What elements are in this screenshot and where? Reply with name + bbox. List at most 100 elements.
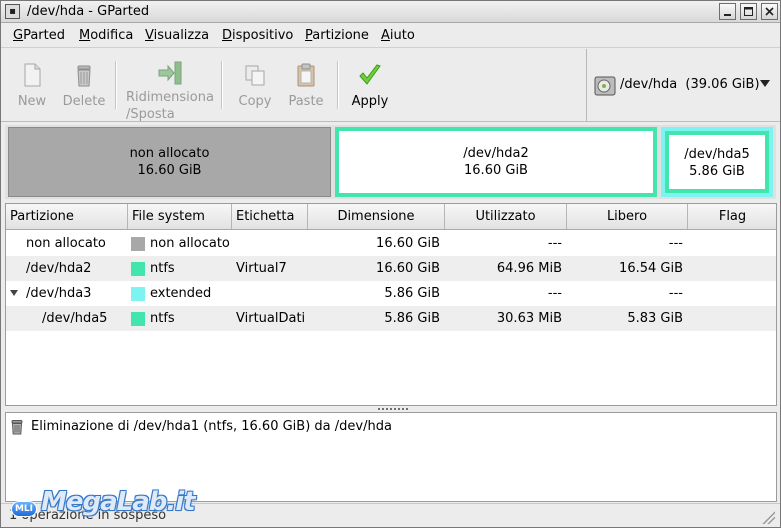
cell-free: --- bbox=[668, 236, 683, 251]
segment-size: 16.60 GiB bbox=[137, 163, 202, 178]
resize-button-label-1: Ridimensiona bbox=[126, 90, 214, 105]
menu-partizione-label: artizione bbox=[312, 28, 369, 43]
maximize-button[interactable] bbox=[740, 3, 757, 20]
menu-modifica-label: odifica bbox=[90, 28, 134, 43]
toolbar: New Delete Ridimensiona /Sposta Copy Pas… bbox=[1, 49, 780, 122]
delete-button[interactable]: Delete bbox=[57, 51, 111, 119]
cell-partition: /dev/hda2 bbox=[26, 261, 92, 276]
cell-size: 16.60 GiB bbox=[376, 261, 440, 276]
resize-button-label-2: /Sposta bbox=[126, 107, 175, 122]
paste-icon bbox=[297, 63, 315, 87]
partition-segment-extended[interactable]: /dev/hda5 5.86 GiB bbox=[661, 127, 773, 197]
column-header-size[interactable]: Dimensione bbox=[308, 204, 445, 229]
column-header-free[interactable]: Libero bbox=[567, 204, 688, 229]
menu-gparted[interactable]: GParted bbox=[13, 28, 65, 43]
partition-segment-hda5[interactable]: /dev/hda5 5.86 GiB bbox=[665, 131, 769, 193]
menu-partizione[interactable]: Partizione bbox=[305, 28, 369, 43]
toolbar-separator bbox=[221, 61, 223, 109]
cell-filesystem: extended bbox=[150, 286, 212, 301]
maximize-icon bbox=[744, 7, 753, 16]
menu-visualizza[interactable]: Visualizza bbox=[145, 28, 209, 43]
partition-map: non allocato 16.60 GiB /dev/hda2 16.60 G… bbox=[5, 125, 776, 199]
cell-partition: non allocato bbox=[26, 236, 106, 251]
cell-free: 5.83 GiB bbox=[627, 311, 683, 326]
trash-icon bbox=[77, 65, 91, 87]
resize-grip-icon[interactable] bbox=[761, 510, 775, 524]
cell-partition: /dev/hda3 bbox=[26, 286, 92, 301]
gparted-window: ▪ /dev/hda - GParted GParted Modifica Vi… bbox=[0, 0, 781, 528]
cell-label: Virtual7 bbox=[236, 261, 287, 276]
new-button-label: New bbox=[17, 94, 47, 109]
hard-disk-icon bbox=[594, 76, 616, 96]
dropdown-arrow-icon[interactable] bbox=[760, 80, 770, 87]
cell-size: 16.60 GiB bbox=[376, 236, 440, 251]
close-icon bbox=[765, 7, 774, 16]
cell-free: 16.54 GiB bbox=[619, 261, 683, 276]
menu-modifica[interactable]: Modifica bbox=[79, 28, 133, 43]
column-header-label[interactable]: Etichetta bbox=[232, 204, 308, 229]
expander-arrow-icon[interactable] bbox=[10, 290, 18, 296]
title-bar: ▪ /dev/hda - GParted bbox=[1, 1, 780, 23]
close-button[interactable] bbox=[761, 3, 778, 20]
menu-aiuto[interactable]: Aiuto bbox=[381, 28, 415, 43]
segment-name: /dev/hda2 bbox=[463, 146, 529, 161]
cell-filesystem: ntfs bbox=[150, 261, 175, 276]
cell-size: 5.86 GiB bbox=[384, 311, 440, 326]
table-row[interactable]: /dev/hda5 ntfs VirtualDati 5.86 GiB 30.6… bbox=[6, 306, 776, 331]
watermark-logo: MLI MegaLab.it bbox=[3, 481, 196, 525]
table-row[interactable]: non allocato non allocato 16.60 GiB --- … bbox=[6, 231, 776, 256]
partition-segment-hda2[interactable]: /dev/hda2 16.60 GiB bbox=[335, 127, 657, 197]
copy-button[interactable]: Copy bbox=[233, 51, 277, 119]
menu-bar: GParted Modifica Visualizza Dispositivo … bbox=[1, 24, 780, 48]
resize-icon bbox=[158, 61, 182, 85]
copy-button-label: Copy bbox=[238, 94, 272, 109]
partition-segment-unallocated[interactable]: non allocato 16.60 GiB bbox=[8, 127, 331, 197]
cell-used: 64.96 MiB bbox=[496, 261, 562, 276]
cell-used: --- bbox=[547, 286, 562, 301]
cell-partition: /dev/hda5 bbox=[42, 311, 108, 326]
cell-size: 5.86 GiB bbox=[384, 286, 440, 301]
operation-text: Eliminazione di /dev/hda1 (ntfs, 16.60 G… bbox=[31, 419, 392, 434]
segment-name: non allocato bbox=[129, 146, 210, 161]
cell-label: VirtualDati bbox=[236, 311, 306, 326]
minimize-button[interactable] bbox=[719, 3, 736, 20]
paste-button[interactable]: Paste bbox=[283, 51, 329, 119]
copy-icon bbox=[245, 65, 265, 86]
filesystem-color-swatch bbox=[131, 312, 145, 326]
menu-gparted-label: Parted bbox=[23, 28, 65, 43]
menu-dispositivo[interactable]: Dispositivo bbox=[222, 28, 293, 43]
filesystem-color-swatch bbox=[131, 287, 145, 301]
segment-name: /dev/hda5 bbox=[684, 147, 750, 162]
new-button[interactable]: New bbox=[9, 51, 55, 119]
menu-dispositivo-mnemonic: D bbox=[222, 28, 233, 43]
device-selector[interactable]: /dev/hda (39.06 GiB) bbox=[586, 49, 780, 121]
menu-visualizza-mnemonic: V bbox=[145, 28, 154, 43]
minimize-icon bbox=[724, 14, 731, 16]
column-header-filesystem[interactable]: File system bbox=[128, 204, 232, 229]
menu-modifica-mnemonic: M bbox=[79, 28, 91, 43]
checkmark-icon bbox=[359, 64, 381, 85]
watermark-text: MegaLab.it bbox=[41, 487, 196, 517]
table-row[interactable]: /dev/hda2 ntfs Virtual7 16.60 GiB 64.96 … bbox=[6, 256, 776, 281]
resize-move-button[interactable]: Ridimensiona /Sposta bbox=[121, 51, 217, 122]
paste-button-label: Paste bbox=[288, 94, 324, 109]
cell-filesystem: non allocato bbox=[150, 236, 230, 251]
menu-visualizza-label: isualizza bbox=[153, 28, 210, 43]
column-header-flag[interactable]: Flag bbox=[688, 204, 776, 229]
table-row[interactable]: /dev/hda3 extended 5.86 GiB --- --- bbox=[6, 281, 776, 306]
watermark-badge: MLI bbox=[11, 501, 37, 517]
filesystem-color-swatch bbox=[131, 262, 145, 276]
splitter-grip-icon[interactable] bbox=[377, 407, 409, 411]
window-title: /dev/hda - GParted bbox=[27, 4, 150, 19]
cell-filesystem: ntfs bbox=[150, 311, 175, 326]
menu-dispositivo-label: ispositivo bbox=[232, 28, 294, 43]
column-header-used[interactable]: Utilizzato bbox=[445, 204, 567, 229]
column-header-partition[interactable]: Partizione bbox=[6, 204, 128, 229]
device-label: /dev/hda (39.06 GiB) bbox=[620, 77, 760, 92]
menu-gparted-mnemonic: G bbox=[13, 28, 24, 43]
apply-button[interactable]: Apply bbox=[347, 51, 393, 119]
menu-aiuto-mnemonic: A bbox=[381, 28, 390, 43]
delete-button-label: Delete bbox=[62, 94, 106, 109]
new-document-icon bbox=[24, 63, 41, 87]
window-menu-icon[interactable]: ▪ bbox=[5, 4, 20, 19]
